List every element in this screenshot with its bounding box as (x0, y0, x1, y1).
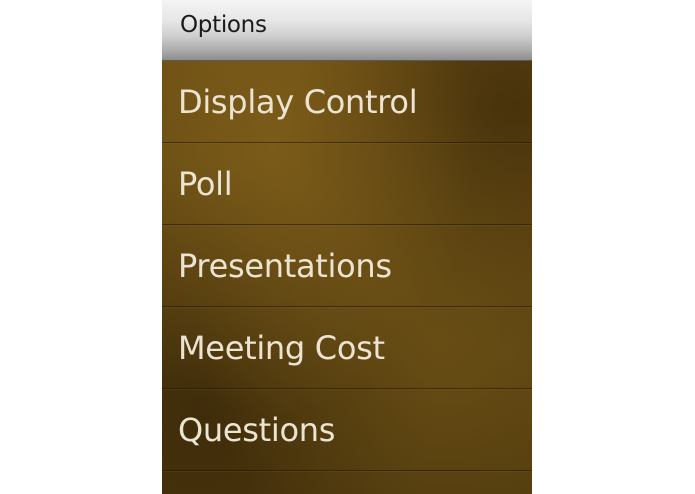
options-header: Options (162, 0, 532, 61)
menu-item-display-control[interactable]: Display Control (162, 61, 532, 143)
menu-item-presentations[interactable]: Presentations (162, 225, 532, 307)
menu-item-label: Presentations (178, 247, 392, 285)
menu-item-questions[interactable]: Questions (162, 389, 532, 471)
app-screen: Options Display Control Poll Presentatio… (162, 0, 532, 494)
header-title: Options (180, 12, 267, 38)
menu-item-poll[interactable]: Poll (162, 143, 532, 225)
menu-item-meeting-cost[interactable]: Meeting Cost (162, 307, 532, 389)
options-menu: Display Control Poll Presentations Meeti… (162, 61, 532, 494)
menu-item-label: Meeting Cost (178, 329, 385, 367)
menu-item-label: Poll (178, 165, 233, 203)
menu-item-label: Display Control (178, 83, 418, 121)
menu-item-label: Questions (178, 411, 336, 449)
